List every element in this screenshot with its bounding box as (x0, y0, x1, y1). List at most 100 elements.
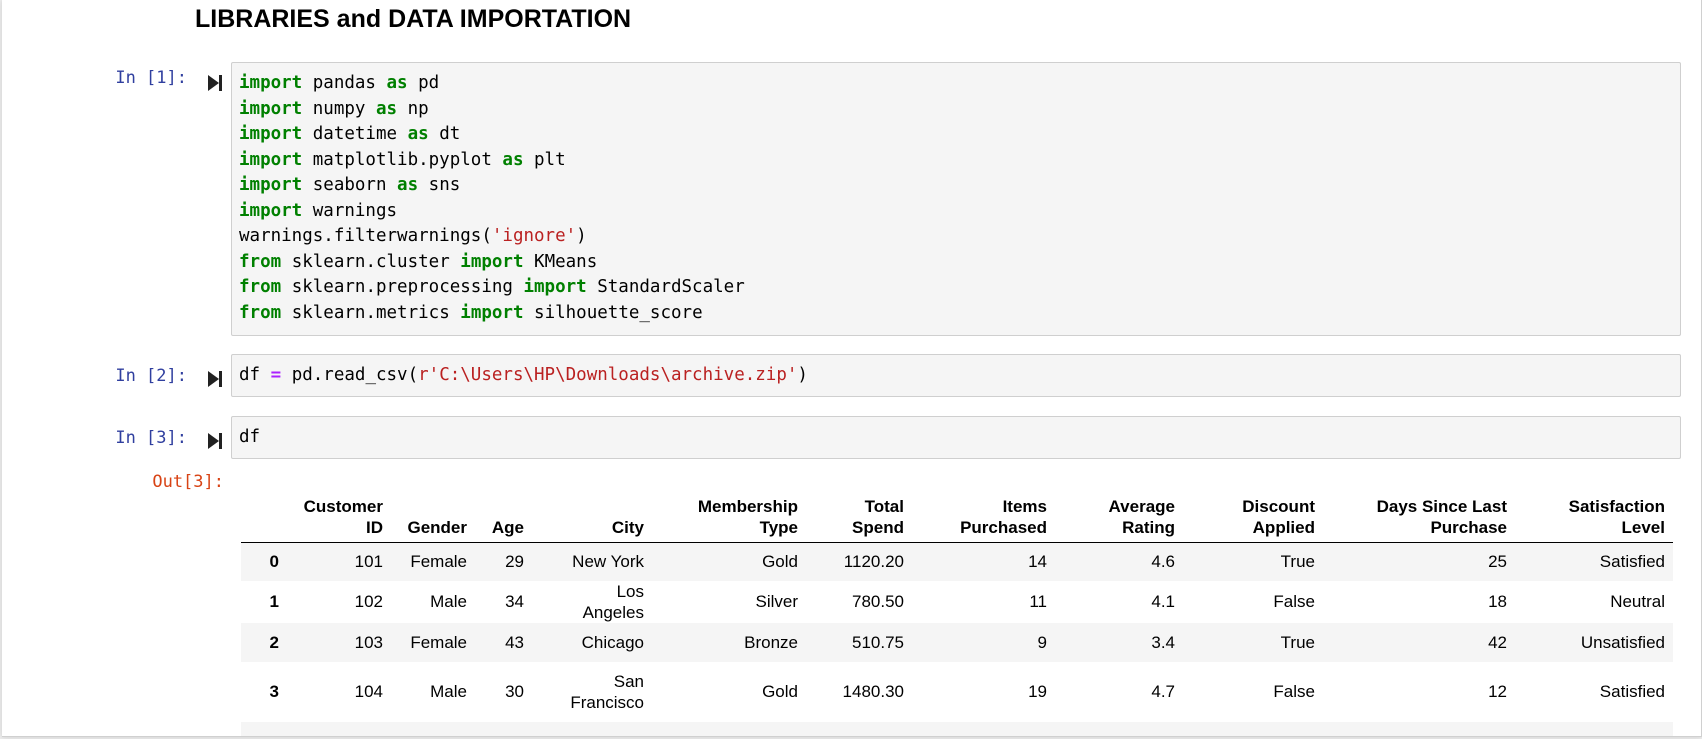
table-cell: Female (410, 551, 467, 571)
code-cell-1[interactable]: import pandas as pd import numpy as np imp… (231, 62, 1681, 336)
table-cell: Unsatisfied (1580, 632, 1665, 652)
code-token: silhouette_score (523, 302, 703, 323)
code-token: from (239, 251, 282, 272)
run-cell-icon[interactable] (207, 432, 223, 450)
table-cell: False (1273, 592, 1315, 611)
column-header: Items Purchased (912, 488, 1055, 543)
code-token: numpy (302, 98, 376, 119)
code-token: from (239, 302, 282, 323)
table-cell: 11 (1029, 592, 1047, 611)
output-prompt: Out[3]: (152, 472, 224, 492)
city-value: San Francisco (570, 672, 644, 712)
code-line: import warnings (239, 199, 1673, 225)
table-cell: 104 (354, 682, 383, 701)
table-cell: 1480.30 (842, 682, 904, 701)
table-cell (532, 722, 652, 736)
table-cell (1055, 722, 1183, 736)
city-value: New York (572, 552, 644, 572)
output-area: Customer ID Gender Age City Membership T… (241, 488, 1673, 736)
code-token: warnings.filterwarnings( (239, 226, 492, 246)
table-row: 1 102 Male 34 Los Angeles Silver 780.50 11 4.1 Fa… (241, 581, 1673, 623)
code-token: import (523, 277, 587, 297)
cell-2-prompt: In [2]: (115, 366, 187, 386)
code-token: np (397, 98, 429, 119)
code-line: warnings.filterwarnings('ignore') (239, 224, 1673, 250)
dataframe-table: Customer ID Gender Age City Membership T… (241, 488, 1673, 736)
table-cell (652, 722, 806, 736)
table-cell: 43 (505, 632, 524, 652)
table-cell: 42 (1488, 632, 1507, 652)
run-cell-icon[interactable] (207, 74, 223, 92)
table-cell: 25 (1488, 551, 1507, 571)
column-header: Days Since Last Purchase (1323, 488, 1515, 543)
code-token: df (239, 427, 261, 447)
table-row: 0 101 Female 29 New York Gold 1120.20 14 4.6 True… (241, 542, 1673, 581)
table-cell (287, 722, 391, 736)
code-token: datetime (302, 124, 408, 144)
table-cell: New York (532, 542, 652, 581)
table-cell: Male (430, 592, 467, 611)
code-token: plt (523, 149, 566, 170)
column-header: Age (475, 488, 532, 543)
column-header: Gender (391, 488, 475, 543)
code-token: warnings (302, 200, 398, 221)
code-line: from sklearn.cluster import KMeans (239, 250, 1673, 276)
code-token: StandardScaler (586, 277, 745, 297)
row-index: 3 (269, 682, 279, 701)
code-token: sns (418, 175, 461, 195)
table-row (241, 722, 1673, 736)
column-header: Customer ID (287, 488, 391, 543)
table-cell (1183, 722, 1323, 736)
table-cell: False (1273, 682, 1315, 701)
table-cell: Bronze (744, 632, 798, 652)
table-cell (1515, 722, 1673, 736)
notebook-panel: LIBRARIES and DATA IMPORTATION In [1]: i… (2, 0, 1702, 737)
table-cell: Female (410, 632, 467, 652)
table-cell: Gold (762, 682, 798, 701)
column-header: Membership Type (652, 488, 806, 543)
table-cell: 4.1 (1151, 592, 1175, 611)
code-token: import (239, 73, 303, 93)
table-row: 3 104 Male 30 San Francisco Gold 1480.30 19 4.7 F… (241, 662, 1673, 722)
column-header: Satisfaction Level (1515, 488, 1673, 543)
table-cell (806, 722, 912, 736)
code-token: r'C:\Users\HP\Downloads\archive.zip' (418, 365, 798, 385)
table-cell: Satisfied (1599, 682, 1665, 701)
column-header: Discount Applied (1183, 488, 1323, 543)
city-value: Los Angeles (582, 582, 644, 622)
table-cell (241, 722, 287, 736)
code-cell-3[interactable]: df (231, 416, 1681, 459)
code-token: as (407, 124, 429, 144)
column-header: City (532, 488, 652, 543)
code-line: import numpy as np (239, 97, 1673, 123)
table-row: 2 103 Female 43 Chicago Bronze 510.75 9 3.4 True 4… (241, 623, 1673, 662)
table-cell: Neutral (1610, 592, 1665, 611)
section-heading: LIBRARIES and DATA IMPORTATION (195, 5, 632, 33)
city-value: Chicago (581, 633, 644, 652)
code-line: from sklearn.preprocessing import Standa… (239, 275, 1673, 301)
code-token: import (239, 149, 303, 170)
code-token: matplotlib.pyplot (302, 149, 503, 170)
code-line: import matplotlib.pyplot as plt (239, 148, 1673, 174)
table-cell: 12 (1488, 682, 1507, 701)
table-cell: True (1280, 551, 1315, 571)
code-token: import (460, 302, 524, 323)
code-cell-2[interactable]: df = pd.read_csv(r'C:\Users\HP\Downloads… (231, 354, 1681, 397)
code-token: import (460, 251, 524, 272)
code-token: import (239, 98, 303, 119)
code-token: sklearn.cluster (281, 251, 461, 272)
code-token: as (375, 98, 398, 119)
row-index: 2 (269, 632, 279, 652)
code-token: 'ignore' (491, 226, 577, 246)
code-token: df (239, 365, 271, 385)
table-cell: 102 (354, 592, 383, 611)
table-cell: 780.50 (852, 592, 904, 611)
run-cell-icon[interactable] (207, 370, 223, 388)
code-token: pd.read_csv( (281, 365, 419, 385)
table-cell: Los Angeles (532, 581, 652, 623)
table-cell (912, 722, 1055, 736)
code-token: pd (407, 73, 440, 93)
code-token: pandas (302, 73, 387, 93)
table-cell (1323, 722, 1515, 736)
code-token: as (502, 149, 524, 170)
